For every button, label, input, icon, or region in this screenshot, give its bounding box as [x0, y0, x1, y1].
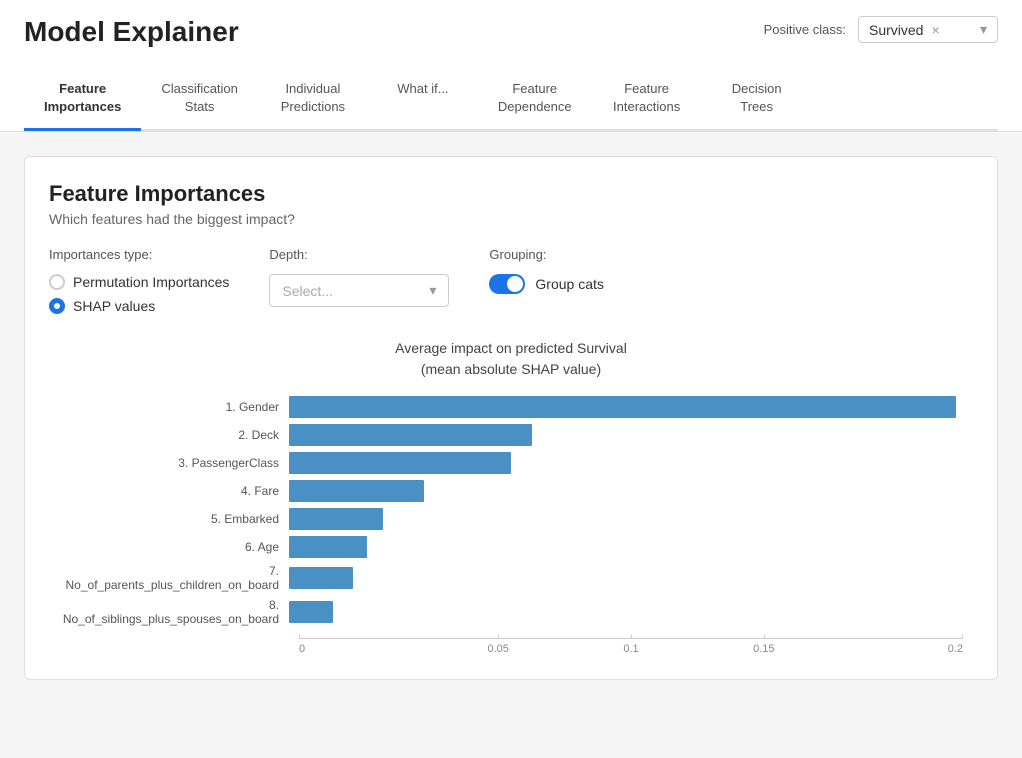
bar-container	[289, 424, 963, 446]
positive-class-row: Positive class: Survived × ▾	[764, 16, 998, 51]
bar-fill	[289, 601, 333, 623]
bar-container	[289, 567, 963, 589]
bar-container	[289, 601, 963, 623]
selected-class-tag: Survived	[869, 22, 923, 38]
main-content: Feature Importances Which features had t…	[0, 132, 1022, 704]
bar-fill	[289, 567, 353, 589]
radio-shap[interactable]: SHAP values	[49, 298, 229, 314]
positive-class-label: Positive class:	[764, 22, 846, 37]
app-title: Model Explainer	[24, 16, 239, 48]
bar-row: 1. Gender	[59, 396, 963, 418]
bar-row: 4. Fare	[59, 480, 963, 502]
bar-label: 2. Deck	[59, 428, 289, 442]
radio-permutation-label: Permutation Importances	[73, 274, 229, 290]
bar-fill	[289, 452, 511, 474]
depth-label: Depth:	[269, 247, 449, 262]
class-arrow-icon[interactable]: ▾	[980, 21, 987, 38]
depth-arrow-icon: ▾	[429, 282, 436, 299]
bar-container	[289, 396, 963, 418]
bar-container	[289, 452, 963, 474]
tabs-bar: FeatureImportances ClassificationStats I…	[24, 68, 998, 131]
bar-row: 7. No_of_parents_plus_children_on_board	[59, 564, 963, 592]
card-title: Feature Importances	[49, 181, 973, 207]
tab-feature-interactions[interactable]: FeatureInteractions	[592, 68, 702, 131]
bar-label: 8. No_of_siblings_plus_spouses_on_board	[59, 598, 289, 626]
x-tick: 0.05	[432, 639, 565, 655]
tab-what-if[interactable]: What if...	[368, 68, 478, 131]
bar-label: 6. Age	[59, 540, 289, 554]
tab-classification-stats[interactable]: ClassificationStats	[141, 68, 258, 131]
bar-row: 5. Embarked	[59, 508, 963, 530]
bar-fill	[289, 536, 367, 558]
chart-title-line2: (mean absolute SHAP value)	[421, 361, 601, 377]
bar-label: 7. No_of_parents_plus_children_on_board	[59, 564, 289, 592]
card-subtitle: Which features had the biggest impact?	[49, 211, 973, 227]
controls-row: Importances type: Permutation Importance…	[49, 247, 973, 314]
tab-decision-trees[interactable]: DecisionTrees	[702, 68, 812, 131]
bar-container	[289, 536, 963, 558]
group-cats-toggle[interactable]	[489, 274, 525, 294]
bar-row: 2. Deck	[59, 424, 963, 446]
x-tick: 0.1	[565, 639, 698, 655]
tab-feature-dependence[interactable]: FeatureDependence	[478, 68, 592, 131]
bar-fill	[289, 424, 532, 446]
chart-area: Average impact on predicted Survival (me…	[49, 338, 973, 655]
radio-shap-label: SHAP values	[73, 298, 155, 314]
feature-importances-card: Feature Importances Which features had t…	[24, 156, 998, 680]
grouping-row: Group cats	[489, 274, 603, 294]
bar-fill	[289, 508, 383, 530]
importances-type-label: Importances type:	[49, 247, 229, 262]
x-tick: 0.2	[830, 639, 963, 655]
bar-fill	[289, 480, 424, 502]
depth-select[interactable]: Select... ▾	[269, 274, 449, 307]
radio-group: Permutation Importances SHAP values	[49, 274, 229, 314]
class-close-icon[interactable]: ×	[931, 22, 939, 38]
bar-fill	[289, 396, 956, 418]
radio-permutation[interactable]: Permutation Importances	[49, 274, 229, 290]
importances-type-group: Importances type: Permutation Importance…	[49, 247, 229, 314]
bar-container	[289, 480, 963, 502]
group-cats-label: Group cats	[535, 276, 603, 292]
radio-permutation-circle	[49, 274, 65, 290]
tab-individual-predictions[interactable]: IndividualPredictions	[258, 68, 368, 131]
chart-title-line1: Average impact on predicted Survival	[395, 340, 627, 356]
x-tick: 0	[299, 639, 432, 655]
tab-feature-importances[interactable]: FeatureImportances	[24, 68, 141, 131]
bar-label: 4. Fare	[59, 484, 289, 498]
x-axis: 00.050.10.150.2	[299, 638, 963, 655]
depth-placeholder: Select...	[282, 283, 333, 299]
header: Model Explainer Positive class: Survived…	[0, 0, 1022, 132]
bar-container	[289, 508, 963, 530]
radio-shap-circle	[49, 298, 65, 314]
grouping-label: Grouping:	[489, 247, 603, 262]
bar-label: 1. Gender	[59, 400, 289, 414]
x-tick: 0.15	[697, 639, 830, 655]
grouping-group: Grouping: Group cats	[489, 247, 603, 294]
class-select[interactable]: Survived × ▾	[858, 16, 998, 43]
bar-row: 3. PassengerClass	[59, 452, 963, 474]
bar-chart: 1. Gender 2. Deck 3. PassengerClass 4. Fare…	[59, 396, 963, 632]
bar-label: 5. Embarked	[59, 512, 289, 526]
chart-title: Average impact on predicted Survival (me…	[59, 338, 963, 380]
bar-row: 8. No_of_siblings_plus_spouses_on_board	[59, 598, 963, 626]
bar-row: 6. Age	[59, 536, 963, 558]
depth-group: Depth: Select... ▾	[269, 247, 449, 307]
bar-label: 3. PassengerClass	[59, 456, 289, 470]
